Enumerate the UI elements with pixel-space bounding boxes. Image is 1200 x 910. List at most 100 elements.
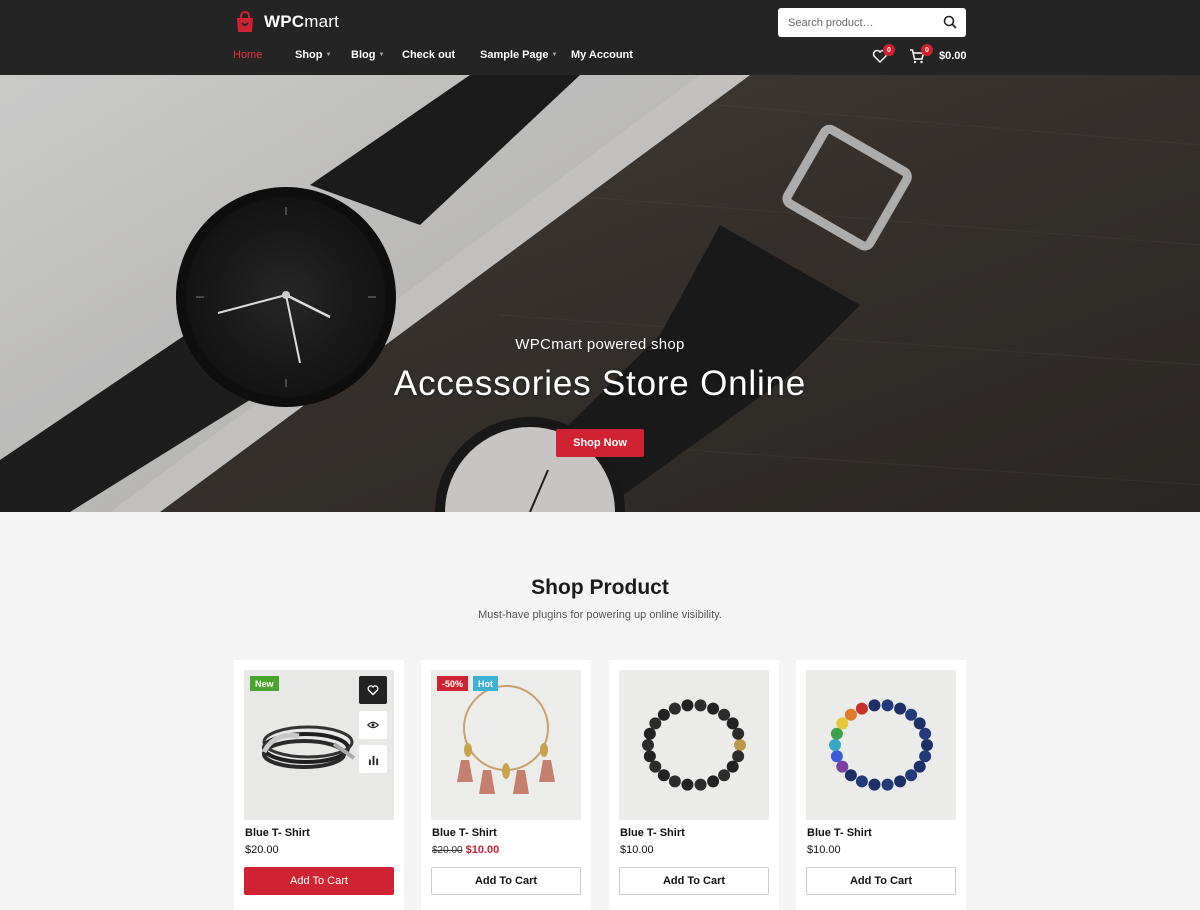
bead — [649, 760, 662, 773]
site-logo[interactable]: WPCmart — [233, 11, 339, 33]
bead — [681, 699, 694, 712]
nav-item-my-account[interactable]: My Account — [571, 49, 633, 61]
chevron-down-icon: ▼ — [378, 52, 385, 58]
product-name[interactable]: Blue T- Shirt — [807, 827, 872, 839]
chevron-down-icon: ▼ — [551, 52, 558, 58]
product-card[interactable]: Blue T- Shirt $10.00 Add To Cart — [796, 660, 966, 910]
bead — [830, 750, 843, 763]
search-icon[interactable] — [943, 15, 957, 29]
bead — [881, 699, 894, 712]
bead — [905, 769, 918, 782]
heart-icon — [367, 685, 379, 696]
old-price: $20.00 — [432, 845, 463, 856]
section-subtitle: Must-have plugins for powering up online… — [478, 609, 722, 621]
bead — [668, 775, 681, 788]
add-to-cart-button[interactable]: Add To Cart — [619, 867, 769, 895]
nav-item-sample-page[interactable]: Sample Page ▼ — [480, 49, 571, 61]
bead — [836, 717, 849, 730]
bead — [726, 717, 739, 730]
chakra-bead-bracelet-image — [806, 670, 956, 820]
bead — [919, 727, 932, 740]
product-name[interactable]: Blue T- Shirt — [432, 827, 497, 839]
bead — [718, 708, 731, 721]
bead — [881, 778, 894, 791]
bead — [732, 727, 745, 740]
bead — [868, 699, 881, 712]
bead — [657, 769, 670, 782]
bead — [694, 699, 707, 712]
logo-text: WPCmart — [264, 12, 340, 31]
new-tag: New — [250, 676, 279, 691]
section-title: Shop Product — [531, 576, 669, 599]
bead — [707, 775, 720, 788]
bead — [649, 717, 662, 730]
bead — [732, 750, 745, 763]
product-card[interactable]: New Blue T- Shirt $20.00 Add To Cart — [234, 660, 404, 910]
product-price: $20.00 $10.00 — [432, 844, 499, 856]
discount-tag: -50% — [437, 676, 469, 691]
product-price: $20.00 — [245, 844, 279, 856]
nav-item-home[interactable]: Home — [233, 49, 295, 61]
bead — [829, 739, 841, 751]
product-price: $10.00 — [807, 844, 841, 856]
bead — [919, 750, 932, 763]
bead — [643, 727, 656, 740]
hero-banner: WPCmart powered shop Accessories Store O… — [0, 75, 1200, 512]
shopping-bag-icon — [237, 11, 253, 32]
bead — [905, 708, 918, 721]
bead — [830, 727, 843, 740]
product-name[interactable]: Blue T- Shirt — [245, 827, 310, 839]
cart-count-badge: 0 — [921, 44, 933, 56]
nav-item-shop[interactable]: Shop ▼ — [295, 49, 351, 61]
add-to-cart-button[interactable]: Add To Cart — [431, 867, 581, 895]
product-image[interactable] — [806, 670, 956, 820]
chevron-down-icon: ▼ — [325, 52, 332, 58]
bead — [836, 760, 849, 773]
bead — [707, 702, 720, 715]
hero-title: Accessories Store Online — [393, 364, 807, 403]
bead — [855, 775, 868, 788]
add-to-cart-button[interactable]: Add To Cart — [244, 867, 394, 895]
quick-view-button[interactable] — [359, 711, 387, 739]
nav-item-checkout[interactable]: Check out — [402, 49, 480, 61]
tassel-bangle-image — [431, 670, 581, 820]
bead — [868, 778, 881, 791]
bead — [694, 778, 707, 791]
bead — [726, 760, 739, 773]
sale-price: $10.00 — [465, 844, 500, 856]
bead — [844, 708, 857, 721]
bead — [642, 739, 654, 751]
bead — [643, 750, 656, 763]
search-input[interactable] — [788, 16, 928, 29]
bead — [657, 708, 670, 721]
product-image[interactable] — [619, 670, 769, 820]
compare-icon — [368, 755, 378, 765]
main-nav: Home Shop ▼ Blog ▼ Check out Sample Page ▼ … — [233, 49, 633, 61]
product-price: $10.00 — [620, 844, 654, 856]
search-box — [778, 8, 966, 37]
add-to-cart-button[interactable]: Add To Cart — [806, 867, 956, 895]
bead — [894, 775, 907, 788]
wishlist-button[interactable] — [359, 676, 387, 704]
eye-icon — [367, 721, 379, 729]
shop-now-button[interactable]: Shop Now — [556, 429, 644, 457]
bead — [734, 739, 746, 751]
compare-button[interactable] — [359, 745, 387, 773]
bead — [913, 760, 926, 773]
bead — [921, 739, 933, 751]
bead — [913, 717, 926, 730]
product-image[interactable] — [431, 670, 581, 820]
bead — [844, 769, 857, 782]
nav-item-blog[interactable]: Blog ▼ — [351, 49, 402, 61]
bead — [718, 769, 731, 782]
product-card[interactable]: -50% Hot Blue T- Shirt $20.00 $10.00 Add … — [421, 660, 591, 910]
hero-subtitle: WPCmart powered shop — [515, 336, 685, 353]
wishlist-count-badge: 0 — [883, 44, 895, 56]
cart-total[interactable]: $0.00 — [939, 50, 967, 62]
bead — [681, 778, 694, 791]
bead — [894, 702, 907, 715]
black-bead-bracelet-image — [619, 670, 769, 820]
product-card[interactable]: Blue T- Shirt $10.00 Add To Cart — [609, 660, 779, 910]
bead — [855, 702, 868, 715]
product-name[interactable]: Blue T- Shirt — [620, 827, 685, 839]
